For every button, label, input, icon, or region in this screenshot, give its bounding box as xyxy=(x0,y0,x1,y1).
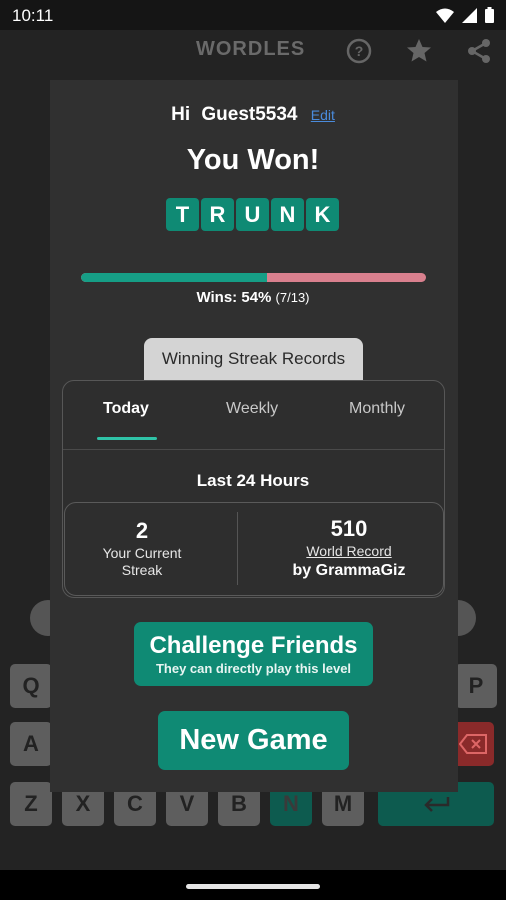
divider xyxy=(237,512,238,585)
status-icons xyxy=(436,7,494,23)
help-icon[interactable]: ? xyxy=(344,36,374,66)
username: Guest5534 xyxy=(201,104,298,125)
letter-tile: T xyxy=(166,198,199,231)
status-bar: 10:11 xyxy=(0,0,506,30)
win-rate-bar xyxy=(81,273,426,282)
world-record-holder: by GrammaGiz xyxy=(292,562,406,579)
divider xyxy=(63,449,444,450)
answer-word: T R U N K xyxy=(166,198,339,231)
challenge-button-subtext: They can directly play this level xyxy=(155,661,352,676)
key-z[interactable]: Z xyxy=(10,782,52,826)
greeting-text: Hi xyxy=(171,104,191,125)
letter-tile: U xyxy=(236,198,269,231)
current-streak-label-line1: Your Current xyxy=(102,545,182,561)
wins-stat: Wins: 54% (7/13) xyxy=(0,289,506,306)
win-rate-fill xyxy=(81,273,268,282)
active-tab-indicator xyxy=(97,437,157,440)
signal-icon xyxy=(462,7,477,23)
current-streak-label-line2: Streak xyxy=(121,562,163,578)
current-streak-value: 2 xyxy=(135,518,149,543)
letter-tile: R xyxy=(201,198,234,231)
star-icon[interactable] xyxy=(404,36,434,66)
home-handle[interactable] xyxy=(186,884,320,889)
svg-text:?: ? xyxy=(355,43,364,59)
wifi-icon xyxy=(436,8,454,23)
streak-records-tab[interactable]: Winning Streak Records xyxy=(144,338,363,380)
letter-tile: K xyxy=(306,198,339,231)
share-icon[interactable] xyxy=(464,36,494,66)
enter-icon xyxy=(424,797,450,812)
wins-fraction: (7/13) xyxy=(275,290,310,305)
battery-icon xyxy=(485,7,494,23)
tab-monthly[interactable]: Monthly xyxy=(349,400,405,418)
status-time: 10:11 xyxy=(12,6,54,25)
world-record-link[interactable]: World Record xyxy=(306,543,391,559)
period-label: Last 24 Hours xyxy=(196,471,310,490)
new-game-button[interactable]: New Game xyxy=(158,711,349,770)
tab-today[interactable]: Today xyxy=(103,400,149,418)
delete-key[interactable] xyxy=(452,722,494,766)
tab-weekly[interactable]: Weekly xyxy=(226,400,278,418)
world-record-label: World Record xyxy=(256,543,442,559)
current-streak-label: Your Current Streak xyxy=(86,545,198,579)
app-title: WORDLES xyxy=(196,38,306,60)
greeting: Hi Guest5534 Edit xyxy=(0,104,506,126)
wins-label: Wins: 54% xyxy=(196,289,272,306)
challenge-friends-button[interactable]: Challenge Friends They can directly play… xyxy=(134,622,373,686)
letter-tile: N xyxy=(271,198,304,231)
key-a[interactable]: A xyxy=(10,722,52,766)
edit-username-link[interactable]: Edit xyxy=(311,107,335,123)
result-title: You Won! xyxy=(186,144,320,176)
world-record-value: 510 xyxy=(330,516,368,541)
key-p[interactable]: P xyxy=(455,664,497,708)
backspace-icon xyxy=(459,734,487,754)
challenge-button-label: Challenge Friends xyxy=(149,632,358,659)
key-q[interactable]: Q xyxy=(10,664,52,708)
